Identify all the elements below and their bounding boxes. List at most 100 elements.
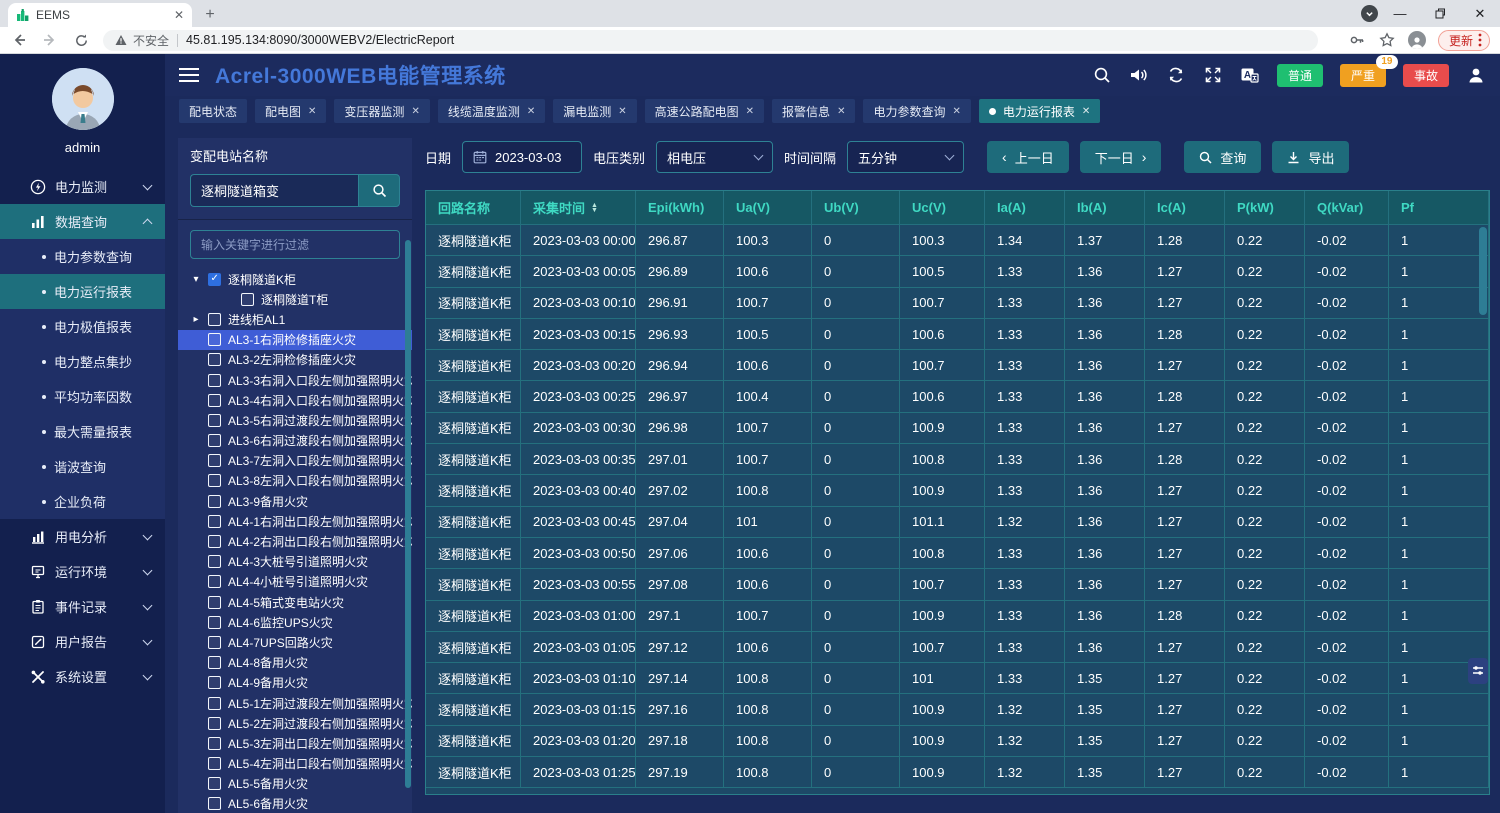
page-tab[interactable]: 电力运行报表 (979, 99, 1100, 123)
menu-toggle-icon[interactable] (179, 68, 199, 82)
tree-item[interactable]: AL4-9备用火灾 (178, 673, 412, 693)
tree-item[interactable]: ▸ 进线柜AL1 (178, 309, 412, 329)
table-header-cell[interactable]: Ic(A) ▲▼ (1145, 191, 1225, 224)
alarm-badge-accident[interactable]: 事故 (1403, 64, 1449, 87)
table-header-cell[interactable]: 回路名称 ▲▼ (426, 191, 521, 224)
tree-item[interactable]: AL4-4小桩号引道照明火灾 (178, 572, 412, 592)
table-row[interactable]: 逐桐隧道K柜 2023-03-03 00:30 296.98 100.7 0 1… (426, 412, 1489, 443)
security-warning[interactable]: 不安全 (115, 32, 169, 49)
tree-checkbox[interactable] (241, 293, 254, 306)
sidebar-item-power-operation-report[interactable]: 电力运行报表 (0, 274, 165, 309)
tree-checkbox[interactable] (208, 495, 221, 508)
tree-item[interactable]: AL4-2右洞出口段右侧加强照明火灾 (178, 531, 412, 551)
tree-item[interactable]: AL3-6右洞过渡段右侧加强照明火灾 (178, 431, 412, 451)
table-header-cell[interactable]: Uc(V) ▲▼ (900, 191, 985, 224)
tree-checkbox[interactable] (208, 596, 221, 609)
user-icon[interactable] (1466, 65, 1486, 85)
tree-item[interactable]: ▾ 逐桐隧道K柜 (178, 269, 412, 289)
sort-icon[interactable]: ▲▼ (591, 203, 598, 213)
tree-checkbox[interactable] (208, 454, 221, 467)
tree-checkbox[interactable] (208, 656, 221, 669)
tree-filter-field[interactable] (190, 230, 400, 259)
table-header-cell[interactable]: 采集时间 ▲▼ (521, 191, 636, 224)
table-row[interactable]: 逐桐隧道K柜 2023-03-03 00:35 297.01 100.7 0 1… (426, 443, 1489, 474)
tree-checkbox[interactable] (208, 616, 221, 629)
tree-checkbox[interactable] (208, 697, 221, 710)
tree-checkbox[interactable] (208, 535, 221, 548)
sidebar-item-power-extreme-report[interactable]: 电力极值报表 (0, 309, 165, 344)
tree-item[interactable]: AL3-3右洞入口段左侧加强照明火灾 (178, 370, 412, 390)
page-tab[interactable]: 高速公路配电图 (645, 99, 764, 123)
tree-checkbox[interactable] (208, 414, 221, 427)
sync-refresh-icon[interactable] (1166, 65, 1186, 85)
table-header-cell[interactable]: Epi(kWh) ▲▼ (636, 191, 724, 224)
table-row[interactable]: 逐桐隧道K柜 2023-03-03 00:55 297.08 100.6 0 1… (426, 568, 1489, 599)
tree-checkbox[interactable] (208, 333, 221, 346)
tree-item[interactable]: AL4-7UPS回路火灾 (178, 632, 412, 652)
tree-checkbox[interactable] (208, 313, 221, 326)
table-header-cell[interactable]: Pf ▲▼ (1389, 191, 1489, 224)
window-restore-button[interactable] (1420, 0, 1460, 27)
speaker-icon[interactable] (1129, 65, 1149, 85)
tree-scrollbar[interactable] (405, 240, 411, 788)
tree-item[interactable]: AL5-1左洞过渡段左侧加强照明火灾 (178, 693, 412, 713)
query-button[interactable]: 查询 (1184, 141, 1261, 173)
tree-checkbox[interactable] (208, 737, 221, 750)
date-picker[interactable]: 2023-03-03 (462, 141, 582, 173)
page-tab[interactable]: 电力参数查询 (863, 99, 970, 123)
tree-caret-icon[interactable]: ▸ (191, 314, 201, 325)
sidebar-item-system-settings[interactable]: 系统设置 (0, 659, 165, 694)
table-header-cell[interactable]: Ia(A) ▲▼ (985, 191, 1065, 224)
next-day-button[interactable]: 下一日› (1080, 141, 1162, 173)
table-row[interactable]: 逐桐隧道K柜 2023-03-03 00:00 296.87 100.3 0 1… (426, 224, 1489, 255)
tree-item[interactable]: AL4-5箱式变电站火灾 (178, 592, 412, 612)
sidebar-item-harmonic-query[interactable]: 谐波查询 (0, 449, 165, 484)
interval-select[interactable]: 五分钟 (847, 141, 964, 173)
tree-item[interactable]: AL3-1右洞检修插座火灾 (178, 330, 412, 350)
tree-checkbox[interactable] (208, 273, 221, 286)
station-search-input[interactable] (190, 174, 358, 207)
tree-checkbox[interactable] (208, 394, 221, 407)
page-tab[interactable]: 漏电监测 (553, 99, 636, 123)
forward-icon[interactable] (41, 31, 59, 49)
voltage-type-select[interactable]: 相电压 (656, 141, 773, 173)
search-icon[interactable] (1092, 65, 1112, 85)
sidebar-item-data-query[interactable]: 数据查询 (0, 204, 165, 239)
fullscreen-icon[interactable] (1203, 65, 1223, 85)
window-minimize-button[interactable]: — (1380, 0, 1420, 27)
tree-checkbox[interactable] (208, 777, 221, 790)
sidebar-item-electricity-analysis[interactable]: 用电分析 (0, 519, 165, 554)
page-tab[interactable]: 变压器监测 (334, 99, 429, 123)
tree-item[interactable]: AL5-6备用火灾 (178, 794, 412, 813)
bookmark-star-icon[interactable] (1378, 31, 1396, 49)
tree-item[interactable]: AL5-4左洞出口段右侧加强照明火灾 (178, 754, 412, 774)
table-row[interactable]: 逐桐隧道K柜 2023-03-03 01:15 297.16 100.8 0 1… (426, 693, 1489, 724)
alarm-badge-severe[interactable]: 严重 19 (1340, 64, 1386, 87)
tree-checkbox[interactable] (208, 434, 221, 447)
tree-item[interactable]: AL5-2左洞过渡段右侧加强照明火灾 (178, 713, 412, 733)
table-row[interactable]: 逐桐隧道K柜 2023-03-03 00:45 297.04 101 0 101… (426, 506, 1489, 537)
browser-update-button[interactable]: 更新 (1438, 30, 1490, 51)
tree-item[interactable]: AL4-6监控UPS火灾 (178, 612, 412, 632)
back-icon[interactable] (10, 31, 28, 49)
tree-filter-input[interactable] (201, 238, 389, 252)
station-search-button[interactable] (358, 174, 400, 207)
browser-tab[interactable]: EEMS ✕ (8, 3, 192, 27)
window-close-button[interactable]: ✕ (1460, 0, 1500, 27)
tree-item[interactable]: AL3-2左洞检修插座火灾 (178, 350, 412, 370)
tab-close-icon[interactable] (618, 106, 626, 117)
browser-update-icon[interactable] (1361, 5, 1378, 22)
tree-item[interactable]: AL3-5右洞过渡段左侧加强照明火灾 (178, 410, 412, 430)
sidebar-item-average-power-factor[interactable]: 平均功率因数 (0, 379, 165, 414)
tab-close-icon[interactable]: ✕ (174, 8, 184, 22)
url-bar[interactable]: 不安全 45.81.195.134:8090/3000WEBV2/Electri… (103, 30, 1318, 51)
page-tab[interactable]: 配电状态 (179, 99, 247, 123)
table-header-cell[interactable]: Ib(A) ▲▼ (1065, 191, 1145, 224)
tab-close-icon[interactable] (837, 106, 845, 117)
tree-checkbox[interactable] (208, 353, 221, 366)
table-row[interactable]: 逐桐隧道K柜 2023-03-03 00:10 296.91 100.7 0 1… (426, 287, 1489, 318)
tree-caret-icon[interactable]: ▾ (191, 274, 201, 285)
tree-checkbox[interactable] (208, 474, 221, 487)
user-avatar[interactable] (52, 68, 114, 130)
tree-checkbox[interactable] (208, 676, 221, 689)
